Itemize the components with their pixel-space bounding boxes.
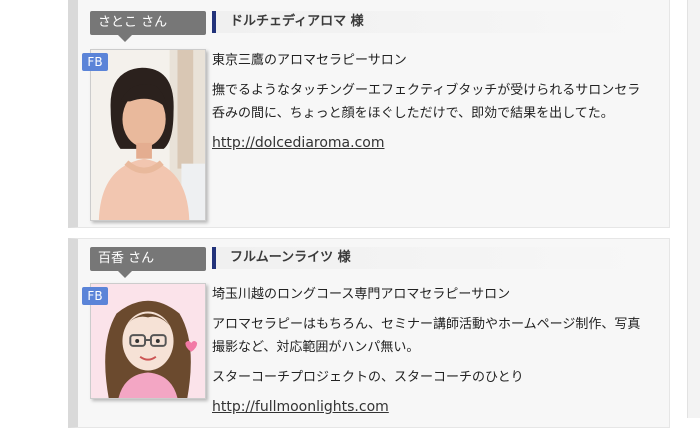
profile-content: 東京三鷹のアロマセラピーサロン 撫でるようなタッチングーエフェクティブタッチが受… bbox=[212, 49, 642, 162]
name-tag-label: 百香 さん bbox=[98, 251, 155, 266]
salon-extra-note: スターコーチプロジェクトの、スターコーチのひとり bbox=[212, 370, 524, 385]
profile-photo bbox=[90, 49, 206, 221]
salon-tagline: 東京三鷹のアロマセラピーサロン bbox=[212, 53, 407, 68]
salon-description: アロマセラピーはもちろん、セミナー講師活動やホームページ制作、写真撮影など、対応… bbox=[212, 317, 641, 355]
salon-tagline: 埼玉川越のロングコース専門アロマセラピーサロン bbox=[212, 287, 511, 302]
name-tag-label: さとこ さん bbox=[98, 15, 168, 30]
profile-card: 百香 さん FB フルムーンライツ 様 埼玉川越のロングコース専門アロマセラピー… bbox=[68, 238, 670, 428]
name-tag: 百香 さん bbox=[90, 247, 206, 278]
facebook-badge[interactable]: FB bbox=[82, 53, 108, 71]
salon-name: ドルチェディアロマ 様 bbox=[212, 11, 364, 33]
salon-link[interactable]: http://fullmoonlights.com bbox=[212, 399, 389, 415]
name-tag: さとこ さん bbox=[90, 11, 206, 42]
illustrated-portrait-image bbox=[91, 284, 205, 398]
salon-name: フルムーンライツ 様 bbox=[212, 247, 351, 269]
salon-link[interactable]: http://dolcediaroma.com bbox=[212, 135, 384, 151]
profile-content: 埼玉川越のロングコース専門アロマセラピーサロン アロマセラピーはもちろん、セミナ… bbox=[212, 283, 642, 426]
salon-description: 撫でるようなタッチングーエフェクティブタッチが受けられるサロンセラ呑みの間に、ち… bbox=[212, 83, 641, 121]
woman-photo-image bbox=[91, 50, 205, 220]
page-scroll-edge bbox=[687, 0, 700, 418]
facebook-badge[interactable]: FB bbox=[82, 287, 108, 305]
profile-card: さとこ さん FB ドルチェディアロマ 様 東京三鷹のアロマセラピーサロン 撫で… bbox=[68, 0, 670, 228]
